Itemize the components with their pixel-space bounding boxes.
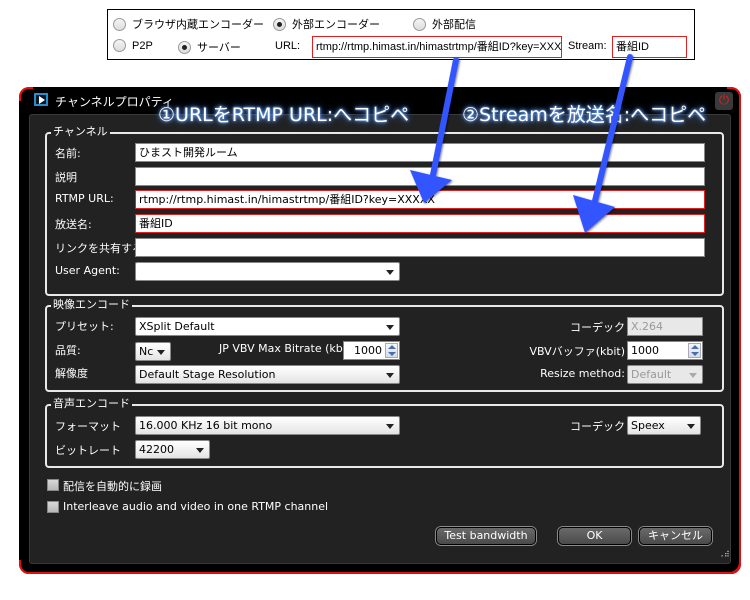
channel-properties-dialog: チャンネルプロパティ ⏻ チャンネル 名前: ひまスト開発ルーム 説明 RTMP… <box>19 87 741 574</box>
radio-p2p[interactable]: P2P <box>113 39 153 52</box>
radio-label: 外部配信 <box>432 19 476 31</box>
share-link-input[interactable] <box>135 238 705 257</box>
audio-codec-value: Speex <box>631 419 665 432</box>
radio-button[interactable] <box>113 17 126 31</box>
chevron-down-icon <box>386 325 394 330</box>
audio-group-title: 音声エンコード <box>51 397 132 411</box>
resize-method-value: Default <box>631 368 672 381</box>
stream-input[interactable]: 番組ID <box>612 36 687 58</box>
ok-button[interactable]: OK <box>558 527 631 545</box>
resize-method-dropdown: Default <box>627 365 703 384</box>
chevron-down-icon <box>196 448 204 453</box>
auto-record-label: 配信を自動的に録画 <box>63 480 162 493</box>
radio-button[interactable] <box>178 40 191 54</box>
url-input[interactable]: rtmp://rtmp.himast.in/himastrtmp/番組ID?ke… <box>312 36 562 58</box>
radio-label: 外部エンコーダー <box>292 19 380 31</box>
rtmp-url-label: RTMP URL: <box>55 192 114 205</box>
max-bitrate-label: JP VBV Max Bitrate (kb <box>219 342 343 355</box>
channel-group-title: チャンネル <box>51 125 110 139</box>
resolution-label: 解像度 <box>55 367 88 380</box>
user-agent-dropdown[interactable] <box>135 262 400 281</box>
radio-button[interactable] <box>113 39 126 52</box>
annotation-step1: ①URLをRTMP URL:へコピペ <box>158 104 410 126</box>
vbv-buffer-spinner[interactable]: 1000 <box>627 341 703 360</box>
audio-codec-dropdown[interactable]: Speex <box>627 416 701 435</box>
chevron-down-icon <box>386 373 394 378</box>
quality-label: 品質: <box>55 344 81 357</box>
audio-bitrate-label: ビットレート <box>55 444 121 457</box>
audio-encode-group: 音声エンコード フォーマット 16.000 KHz 16 bit mono ビッ… <box>45 397 724 468</box>
preset-label: プリセット: <box>55 320 114 333</box>
chevron-down-icon <box>157 350 165 355</box>
name-label: 名前: <box>55 147 81 160</box>
stream-name-label: 放送名: <box>55 218 92 231</box>
resolution-value: Default Stage Resolution <box>139 368 276 381</box>
radio-browser-encoder[interactable]: ブラウザ内蔵エンコーダー <box>113 16 264 32</box>
radio-label: サーバー <box>197 42 241 54</box>
video-codec-input: X.264 <box>627 317 703 336</box>
dialog-client-area: チャンネル 名前: ひまスト開発ルーム 説明 RTMP URL: rtmp://… <box>29 114 731 564</box>
audio-bitrate-value: 42200 <box>139 443 174 456</box>
chevron-down-icon <box>386 424 394 429</box>
resize-grip-icon[interactable]: ⠠⠾ <box>718 551 730 559</box>
radio-button[interactable] <box>273 17 286 31</box>
interleave-label: Interleave audio and video in one RTMP c… <box>63 500 329 513</box>
auto-record-checkbox[interactable] <box>47 479 59 491</box>
video-codec-label: コーデック <box>570 321 625 334</box>
radio-button[interactable] <box>413 17 426 31</box>
radio-label: P2P <box>132 39 153 52</box>
vbv-buffer-label: VBVバッファ(kbit) <box>529 345 625 358</box>
dialog-title: チャンネルプロパティ <box>55 95 174 109</box>
radio-server[interactable]: サーバー <box>178 39 241 55</box>
stream-label: Stream: <box>568 40 607 52</box>
cancel-button[interactable]: キャンセル <box>639 527 712 545</box>
audio-bitrate-dropdown[interactable]: 42200 <box>135 440 210 459</box>
channel-group: チャンネル 名前: ひまスト開発ルーム 説明 RTMP URL: rtmp://… <box>45 125 724 296</box>
red-corner-decoration <box>19 87 33 101</box>
audio-codec-label: コーデック <box>570 420 625 433</box>
preset-value: XSplit Default <box>139 320 215 333</box>
quality-dropdown[interactable]: Nc <box>135 342 171 361</box>
quality-value: Nc <box>139 345 154 358</box>
annotation-step2: ②Streamを放送名:へコピペ <box>462 104 707 126</box>
test-bandwidth-button[interactable]: Test bandwidth <box>436 527 536 545</box>
audio-format-value: 16.000 KHz 16 bit mono <box>139 419 273 432</box>
web-settings-panel: ブラウザ内蔵エンコーダー 外部エンコーダー 外部配信 P2P サーバー URL:… <box>107 9 695 60</box>
name-input[interactable]: ひまスト開発ルーム <box>135 143 705 162</box>
xsplit-app-icon <box>34 93 48 106</box>
red-corner-decoration <box>727 560 741 574</box>
chevron-down-icon <box>687 424 695 429</box>
radio-external-encoder[interactable]: 外部エンコーダー <box>273 16 380 32</box>
vbv-buffer-value: 1000 <box>631 344 659 357</box>
user-agent-label: User Agent: <box>55 264 120 277</box>
radio-label: ブラウザ内蔵エンコーダー <box>132 19 264 31</box>
video-encode-group: 映像エンコード プリセット: XSplit Default 品質: Nc JP … <box>45 298 724 392</box>
radio-external-broadcast[interactable]: 外部配信 <box>413 16 476 32</box>
max-bitrate-spinner[interactable]: 1000 <box>343 341 400 360</box>
resize-method-label: Resize method: <box>540 367 625 380</box>
interleave-checkbox[interactable] <box>47 501 59 513</box>
rtmp-url-input[interactable]: rtmp://rtmp.himast.in/himastrtmp/番組ID?ke… <box>135 190 705 209</box>
spinner-arrows-icon[interactable] <box>385 343 398 358</box>
description-label: 説明 <box>55 171 77 184</box>
share-link-label: リンクを共有する: <box>55 242 147 255</box>
spinner-arrows-icon[interactable] <box>688 343 701 358</box>
url-label: URL: <box>275 40 301 52</box>
chevron-down-icon <box>689 373 697 378</box>
video-group-title: 映像エンコード <box>51 298 132 312</box>
stream-name-input[interactable]: 番組ID <box>135 214 705 233</box>
preset-dropdown[interactable]: XSplit Default <box>135 317 400 336</box>
audio-format-label: フォーマット <box>55 420 121 433</box>
audio-format-dropdown[interactable]: 16.000 KHz 16 bit mono <box>135 416 400 435</box>
resolution-dropdown[interactable]: Default Stage Resolution <box>135 365 400 384</box>
description-input[interactable] <box>135 167 705 186</box>
max-bitrate-value: 1000 <box>354 344 382 357</box>
red-corner-decoration <box>19 560 33 574</box>
chevron-down-icon <box>386 270 394 275</box>
